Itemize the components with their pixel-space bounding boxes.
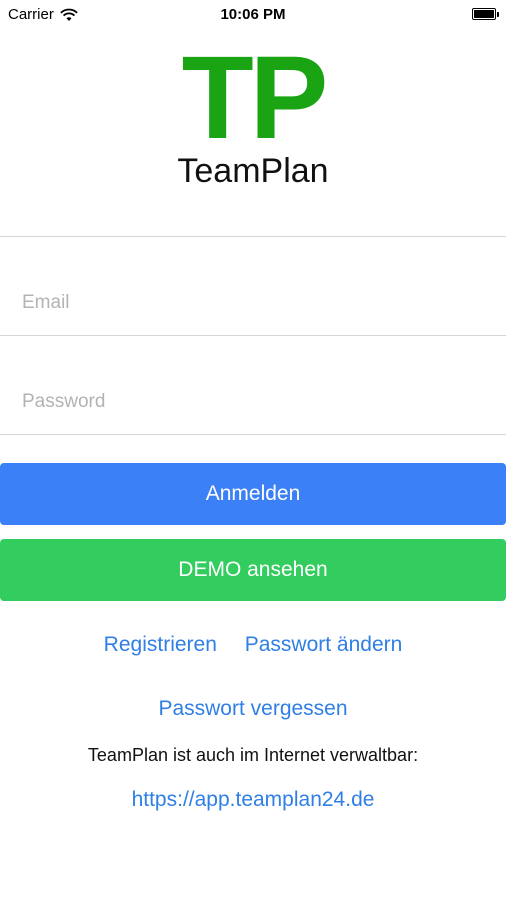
web-app-link[interactable]: https://app.teamplan24.de [132,788,375,811]
battery-level [474,10,494,18]
status-bar: Carrier 10:06 PM [0,0,506,30]
change-password-link[interactable]: Passwort ändern [245,633,403,656]
web-link-row: https://app.teamplan24.de [0,788,506,812]
email-field-row [0,254,506,351]
battery-icon [472,8,499,20]
status-time: 10:06 PM [220,6,286,23]
divider [0,335,506,336]
forgot-password-link[interactable]: Passwort vergessen [158,697,347,720]
demo-button[interactable]: DEMO ansehen [0,539,506,601]
password-field-row [0,353,506,450]
divider [0,434,506,435]
forgot-password-row: Passwort vergessen [0,697,506,721]
account-links: Registrieren Passwort ändern [0,633,506,657]
password-field[interactable] [22,353,492,450]
divider [0,236,506,237]
logo-mark: TP [181,50,329,146]
register-link[interactable]: Registrieren [104,633,217,656]
app-logo: TP TeamPlan [0,50,506,191]
email-field[interactable] [22,254,492,351]
logo-name: TeamPlan [177,152,329,190]
web-info-text: TeamPlan ist auch im Internet verwaltbar… [87,745,419,765]
login-button[interactable]: Anmelden [0,463,506,525]
